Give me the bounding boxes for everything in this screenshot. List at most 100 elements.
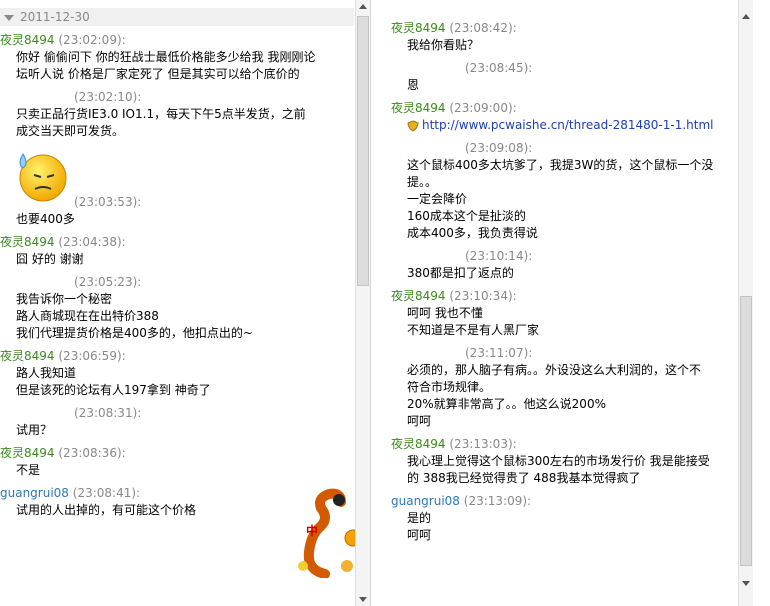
message-header: (23:05:23): xyxy=(0,274,354,291)
message-timestamp: (23:08:42): xyxy=(449,21,517,35)
message-text-line: 你好 偷偷问下 你的狂战士最低价格能多少给我 我刚刚论 xyxy=(16,50,316,64)
message-header: 夜灵8494 (23:10:34): xyxy=(391,288,741,305)
chat-message: 夜灵8494 (23:10:34): 呵呵 我也不懂 不知道是不是有人黑厂家 xyxy=(391,288,741,339)
scroll-down-arrow-icon[interactable] xyxy=(739,576,753,590)
message-text-line: 也要400多 xyxy=(16,212,75,226)
message-list-right: 夜灵8494 (23:08:42): 我给你看贴？ (23:08:45): 恩夜灵84… xyxy=(391,20,741,550)
message-header: 夜灵8494 (23:13:03): xyxy=(391,436,741,453)
scrollbar-thumb[interactable] xyxy=(357,16,369,286)
badge-text: 中 xyxy=(306,524,319,538)
message-text-line: 这个鼠标400多太坑爹了，我提3W的货，这个鼠标一个没 xyxy=(407,158,714,172)
message-body: 呵呵 我也不懂 不知道是不是有人黑厂家 xyxy=(391,305,741,339)
sender-name[interactable]: 夜灵8494 xyxy=(391,101,446,115)
chat-message: (23:05:23): 我告诉你一个秘密路人商城现在在出特价388 我们代理提货价格… xyxy=(0,274,354,342)
chat-message: 夜灵8494 (23:06:59): 路人我知道 但是该死的论坛有人197拿到 神奇… xyxy=(0,348,354,399)
message-body: 恩 xyxy=(391,77,741,94)
message-header: (23:08:45): xyxy=(391,60,741,77)
message-body: http://www.pcwaishe.cn/thread-281480-1-1… xyxy=(391,117,741,134)
message-list-left: 夜灵8494 (23:02:09): 你好 偷偷问下 你的狂战士最低价格能多少给我… xyxy=(0,32,354,519)
chat-message: 夜灵8494 (23:08:36): 不是 xyxy=(0,445,354,479)
message-text-line: 成交当天即可发货。 xyxy=(16,124,125,138)
message-text-line: 路人商城现在在出特价388 xyxy=(16,309,159,323)
message-text-line: 是的 xyxy=(407,511,432,525)
message-text-line: 坛听人说 价格是厂家定死了 但是其实可以给个底价的 xyxy=(16,67,300,81)
message-text-line: 路人我知道 xyxy=(16,366,77,380)
message-text-line: 不知道是不是有人黑厂家 xyxy=(407,323,540,337)
message-text-line: 必须的，那人脑子有病。。外设没这么大利润的，这个不 xyxy=(407,363,702,377)
chat-history-left-pane: 2011-12-30 夜灵8494 (23:02:09): 你好 偷偷问下 你的狂… xyxy=(0,0,371,606)
message-timestamp: (23:10:34): xyxy=(449,289,517,303)
sender-name[interactable]: 夜灵8494 xyxy=(0,235,55,249)
message-body: 路人我知道但是该死的论坛有人197拿到 神奇了 xyxy=(0,365,354,399)
message-body: 试用？ xyxy=(0,422,354,439)
scroll-down-arrow-icon[interactable] xyxy=(356,592,370,606)
message-text-line: 380都是扣了返点的 xyxy=(407,266,514,280)
sender-name[interactable]: 夜灵8494 xyxy=(391,289,446,303)
scroll-up-arrow-icon[interactable] xyxy=(356,0,370,14)
message-body: 是的 呵呵 xyxy=(391,510,741,544)
message-text-line: 提。。 xyxy=(407,175,438,189)
right-scrollbar[interactable] xyxy=(738,0,753,606)
message-timestamp: (23:08:45): xyxy=(465,61,533,75)
message-body: 这个鼠标400多太坑爹了，我提3W的货，这个鼠标一个没 提。。 一定会降价 160成本… xyxy=(391,157,741,242)
message-timestamp: (23:13:03): xyxy=(449,437,517,451)
message-text-line: 不是 xyxy=(16,463,41,477)
chat-history-right-pane: 夜灵8494 (23:08:42): 我给你看贴？ (23:08:45): 恩夜灵84… xyxy=(371,0,770,606)
message-text-line: 成本400多，我负责得说 xyxy=(407,226,538,240)
message-timestamp: (23:11:07): xyxy=(465,346,533,360)
message-timestamp: (23:04:38): xyxy=(58,235,126,249)
message-text-line: 我们代理提货价格是400多的，他扣点出的~ xyxy=(16,326,253,340)
chat-message: (23:02:10): 只卖正品行货IE3.0 IO1.1，每天下午5点半发货，之… xyxy=(0,89,354,140)
chat-message: 夜灵8494 (23:08:42): 我给你看贴？ xyxy=(391,20,741,54)
chat-message: (23:11:07): 必须的，那人脑子有病。。外设没这么大利润的，这个不 符合市场… xyxy=(391,345,741,430)
message-body: 我告诉你一个秘密路人商城现在在出特价388 我们代理提货价格是400多的，他扣点出… xyxy=(0,291,354,342)
date-divider[interactable]: 2011-12-30 xyxy=(0,8,354,26)
message-header: 夜灵8494 (23:04:38): xyxy=(0,234,354,251)
scroll-up-arrow-icon[interactable] xyxy=(739,10,753,24)
message-body: 你好 偷偷问下 你的狂战士最低价格能多少给我 我刚刚论 坛听人说 价格是厂家定死了… xyxy=(0,49,354,83)
message-header: 夜灵8494 (23:08:36): xyxy=(0,445,354,462)
message-header: 夜灵8494 (23:08:42): xyxy=(391,20,741,37)
message-text-line: 呵呵 xyxy=(407,414,432,428)
message-text-line: 但是该死的论坛有人197拿到 神奇了 xyxy=(16,383,211,397)
message-timestamp: (23:09:08): xyxy=(465,141,533,155)
message-text-line: 一定会降价 xyxy=(407,192,468,206)
message-text-line: 我告诉你一个秘密 xyxy=(16,292,113,306)
message-timestamp: (23:08:36): xyxy=(58,446,126,460)
message-timestamp: (23:02:09): xyxy=(58,33,126,47)
sender-name[interactable]: 夜灵8494 xyxy=(0,33,55,47)
left-scrollbar[interactable] xyxy=(355,0,370,606)
thread-link[interactable]: http://www.pcwaishe.cn/thread-281480-1-1… xyxy=(422,118,714,132)
message-body: 我给你看贴？ xyxy=(391,37,741,54)
scrollbar-thumb[interactable] xyxy=(740,296,752,566)
message-body: 必须的，那人脑子有病。。外设没这么大利润的，这个不 符合市场规律。 20%就算非常高… xyxy=(391,362,741,430)
chat-message: 夜灵8494 (23:13:03): 我心理上觉得这个鼠标300左右的市场发行价 … xyxy=(391,436,741,487)
message-text-line: 我心理上觉得这个鼠标300左右的市场发行价 我是能接受 xyxy=(407,454,710,468)
message-timestamp: (23:10:14): xyxy=(465,249,533,263)
message-text-line: 20%就算非常高了。。他这么说200% xyxy=(407,397,606,411)
collapse-triangle-icon[interactable] xyxy=(4,14,14,21)
sender-name[interactable]: 夜灵8494 xyxy=(0,446,55,460)
message-body: 不是 xyxy=(0,462,354,479)
message-timestamp: (23:03:53): xyxy=(74,195,142,209)
sender-name[interactable]: guangrui08 xyxy=(0,486,69,500)
message-header: (23:08:31): xyxy=(0,405,354,422)
message-text-line: 试用？ xyxy=(16,423,53,437)
sender-name[interactable]: 夜灵8494 xyxy=(391,21,446,35)
message-timestamp: (23:02:10): xyxy=(74,90,142,104)
sweat-face-emoji xyxy=(19,153,67,202)
sender-name[interactable]: 夜灵8494 xyxy=(391,437,446,451)
message-body: 只卖正品行货IE3.0 IO1.1，每天下午5点半发货，之前 成交当天即可发货。 xyxy=(0,106,354,140)
sender-name[interactable]: 夜灵8494 xyxy=(0,349,55,363)
chat-message: (23:08:45): 恩 xyxy=(391,60,741,94)
chat-message: 夜灵8494 (23:04:38): 囧 好的 谢谢 xyxy=(0,234,354,268)
message-text-line: 只卖正品行货IE3.0 IO1.1，每天下午5点半发货，之前 xyxy=(16,107,306,121)
message-text-line: 呵呵 xyxy=(407,528,432,542)
message-text-line: 符合市场规律。 xyxy=(407,380,492,394)
sender-name[interactable]: guangrui08 xyxy=(391,494,460,508)
message-header: 夜灵8494 (23:02:09): xyxy=(0,32,354,49)
chat-message: guangrui08 (23:13:09): 是的 呵呵 xyxy=(391,493,741,544)
message-text-line: 恩 xyxy=(407,78,420,92)
chat-message: (23:08:31): 试用？ xyxy=(0,405,354,439)
message-body: 也要400多 xyxy=(0,211,354,228)
